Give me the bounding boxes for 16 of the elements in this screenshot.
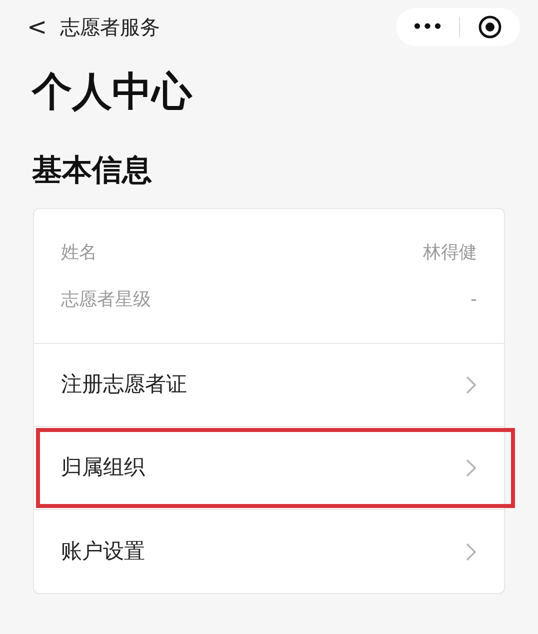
menu-item[interactable]: 账户设置 xyxy=(34,510,504,593)
back-button[interactable]: < xyxy=(26,9,48,45)
nav-title: 志愿者服务 xyxy=(60,14,160,41)
field-value: - xyxy=(470,288,477,312)
chevron-right-icon xyxy=(466,542,476,560)
menu-item[interactable]: 归属组织 xyxy=(34,427,504,509)
field-value: 林得健 xyxy=(423,241,477,265)
field-label: 姓名 xyxy=(61,241,97,265)
chevron-right-icon xyxy=(466,459,476,477)
page-title: 个人中心 xyxy=(32,68,194,116)
field-label: 志愿者星级 xyxy=(61,288,151,312)
menu-item[interactable]: 注册志愿者证 xyxy=(34,344,504,426)
more-button[interactable]: ••• xyxy=(396,15,459,39)
close-target-icon[interactable] xyxy=(478,15,502,39)
chevron-right-icon xyxy=(466,376,476,394)
section-title: 基本信息 xyxy=(32,152,153,190)
